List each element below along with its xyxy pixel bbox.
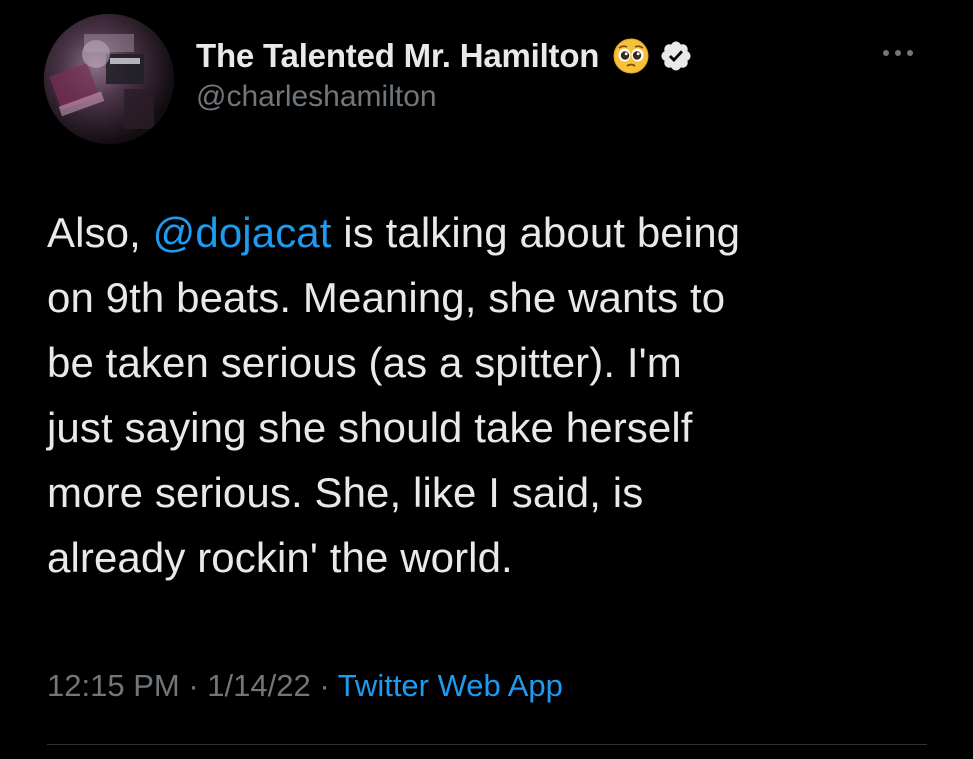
tweet-line: more serious. She, like I said, is — [47, 469, 644, 516]
meta-separator: · — [310, 668, 338, 703]
tweet-line: just saying she should take herself — [47, 404, 693, 451]
tweet-line: Also, @dojacat is talking about being — [47, 200, 927, 265]
tweet-card: The Talented Mr. Hamilton @charleshamilt… — [0, 0, 973, 759]
tweet-time[interactable]: 12:15 PM — [47, 668, 180, 703]
verified-badge-icon — [659, 39, 693, 73]
author-handle[interactable]: @charleshamilton — [196, 80, 693, 114]
pleading-face-emoji-icon — [613, 38, 649, 74]
mention-link[interactable]: @dojacat — [153, 209, 332, 256]
tweet-source-link[interactable]: Twitter Web App — [338, 668, 563, 703]
tweet-date[interactable]: 1/14/22 — [207, 668, 310, 703]
meta-separator: · — [179, 668, 208, 703]
tweet-line: be taken serious (as a spitter). I'm — [47, 339, 682, 386]
tweet-line: on 9th beats. Meaning, she wants to — [47, 274, 726, 321]
tweet-text-segment: is talking about being — [331, 209, 741, 256]
more-options-icon[interactable] — [880, 46, 920, 60]
tweet-line: already rockin' the world. — [47, 534, 513, 581]
tweet-text-segment: Also, — [47, 209, 153, 256]
divider — [47, 744, 927, 745]
name-row: The Talented Mr. Hamilton — [196, 34, 693, 78]
tweet-text: Also, @dojacat is talking about being on… — [47, 200, 927, 590]
avatar-image — [44, 14, 174, 144]
tweet-meta: 12:15 PM · 1/14/22 · Twitter Web App — [47, 668, 563, 704]
avatar[interactable] — [44, 14, 174, 144]
display-name[interactable]: The Talented Mr. Hamilton — [196, 37, 599, 75]
author-info: The Talented Mr. Hamilton @charleshamilt… — [196, 34, 693, 114]
